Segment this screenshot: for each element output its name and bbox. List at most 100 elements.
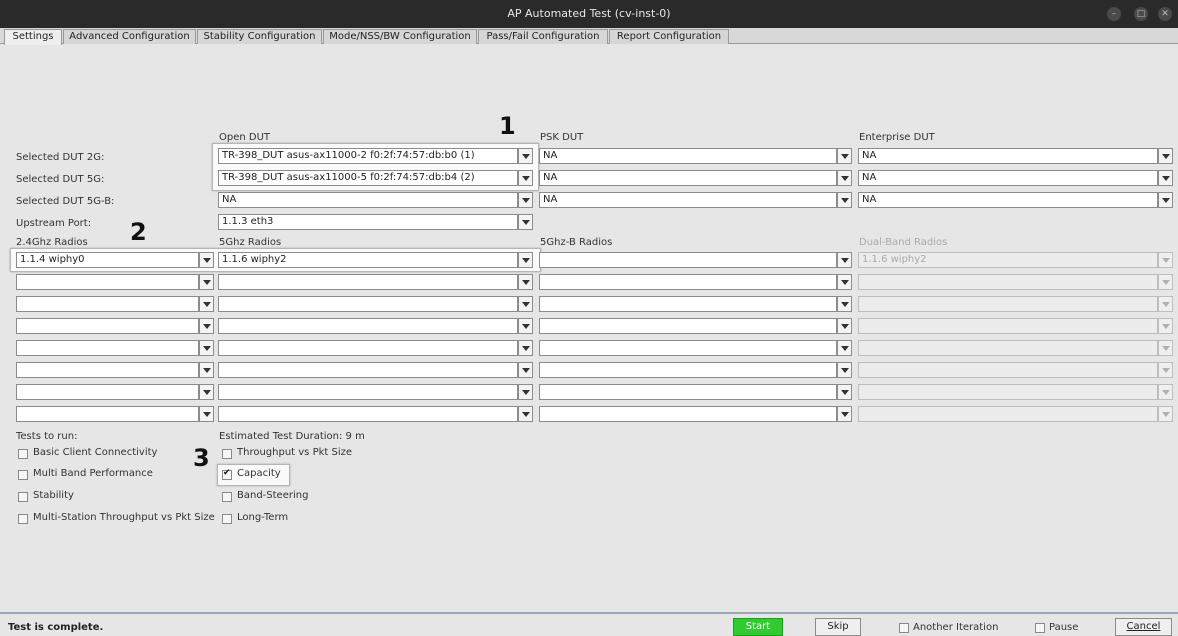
chevron-down-icon[interactable]: [1158, 148, 1173, 164]
radio-5ghz-select[interactable]: [218, 318, 518, 334]
chevron-down-icon[interactable]: [518, 192, 533, 208]
psk-dut-2g-select[interactable]: NA: [539, 148, 837, 164]
chevron-down-icon[interactable]: [199, 362, 214, 378]
skip-button[interactable]: Skip: [815, 618, 861, 636]
chevron-down-icon[interactable]: [837, 170, 852, 186]
chevron-down-icon[interactable]: [518, 252, 533, 268]
psk-dut-5gb-select[interactable]: NA: [539, 192, 837, 208]
radio-5ghzb-select[interactable]: [539, 340, 837, 356]
chevron-down-icon[interactable]: [1158, 170, 1173, 186]
enterprise-dut-2g-select[interactable]: NA: [858, 148, 1158, 164]
radio-5ghzb-select[interactable]: [539, 406, 837, 422]
radio-dual-band-select: 1.1.6 wiphy2: [858, 252, 1158, 268]
radio-5ghz-select[interactable]: 1.1.6 wiphy2: [218, 252, 518, 268]
capacity-checkbox[interactable]: [222, 468, 232, 480]
chevron-down-icon[interactable]: [518, 318, 533, 334]
radio-5ghz-select[interactable]: [218, 406, 518, 422]
minimize-icon[interactable]: –: [1107, 7, 1121, 21]
maximize-icon[interactable]: □: [1134, 7, 1148, 21]
chevron-down-icon[interactable]: [518, 362, 533, 378]
chevron-down-icon[interactable]: [837, 318, 852, 334]
multi-station-throughput-checkbox[interactable]: [18, 514, 28, 524]
chevron-down-icon[interactable]: [837, 340, 852, 356]
band-steering-checkbox[interactable]: [222, 492, 232, 502]
callout-number-2: 2: [130, 218, 147, 246]
enterprise-dut-5g-select[interactable]: NA: [858, 170, 1158, 186]
chevron-down-icon[interactable]: [518, 384, 533, 400]
enterprise-dut-5gb-select[interactable]: NA: [858, 192, 1158, 208]
stability-checkbox[interactable]: [18, 492, 28, 502]
basic-client-connectivity-checkbox[interactable]: [18, 449, 28, 459]
radio-24ghz-select[interactable]: [16, 362, 199, 378]
tab-settings[interactable]: Settings: [4, 29, 62, 45]
chevron-down-icon[interactable]: [837, 362, 852, 378]
chevron-down-icon[interactable]: [518, 170, 533, 186]
chevron-down-icon[interactable]: [199, 318, 214, 334]
radio-24ghz-select[interactable]: [16, 340, 199, 356]
chevron-down-icon[interactable]: [837, 192, 852, 208]
psk-dut-5g-select[interactable]: NA: [539, 170, 837, 186]
chevron-down-icon[interactable]: [837, 252, 852, 268]
pause-checkbox[interactable]: [1035, 623, 1045, 633]
throughput-vs-pkt-size-label: Throughput vs Pkt Size: [237, 447, 353, 458]
multi-band-performance-checkbox[interactable]: [18, 470, 28, 480]
pause-label: Pause: [1049, 622, 1079, 633]
radio-24ghz-select[interactable]: [16, 274, 199, 290]
callout-number-3: 3: [193, 444, 210, 472]
radio-5ghz-select[interactable]: [218, 274, 518, 290]
tab-report-configuration[interactable]: Report Configuration: [609, 29, 729, 44]
radio-5ghzb-select[interactable]: [539, 296, 837, 312]
chevron-down-icon[interactable]: [199, 274, 214, 290]
radio-5ghzb-select[interactable]: [539, 384, 837, 400]
chevron-down-icon[interactable]: [837, 384, 852, 400]
chevron-down-icon[interactable]: [1158, 192, 1173, 208]
radio-24ghz-select[interactable]: [16, 318, 199, 334]
radio-5ghz-select[interactable]: [218, 296, 518, 312]
tab-pass-fail-configuration[interactable]: Pass/Fail Configuration: [478, 29, 608, 44]
tab-mode-nss-bw-configuration[interactable]: Mode/NSS/BW Configuration: [323, 29, 477, 44]
chevron-down-icon[interactable]: [518, 148, 533, 164]
chevron-down-icon[interactable]: [518, 340, 533, 356]
chevron-down-icon[interactable]: [199, 340, 214, 356]
radio-5ghz-select[interactable]: [218, 362, 518, 378]
chevron-down-icon[interactable]: [199, 296, 214, 312]
another-iteration-checkbox[interactable]: [899, 623, 909, 633]
chevron-down-icon[interactable]: [837, 274, 852, 290]
chevron-down-icon[interactable]: [199, 406, 214, 422]
chevron-down-icon[interactable]: [199, 252, 214, 268]
tab-advanced-configuration[interactable]: Advanced Configuration: [63, 29, 196, 44]
radio-24ghz-select[interactable]: 1.1.4 wiphy0: [16, 252, 199, 268]
long-term-checkbox[interactable]: [222, 514, 232, 524]
open-dut-2g-select[interactable]: TR-398_DUT asus-ax11000-2 f0:2f:74:57:db…: [218, 148, 518, 164]
radios-5ghz-header: 5Ghz Radios: [219, 237, 282, 248]
upstream-port-select[interactable]: 1.1.3 eth3: [218, 214, 518, 230]
radio-5ghzb-select[interactable]: [539, 252, 837, 268]
close-icon[interactable]: ✕: [1158, 7, 1172, 21]
chevron-down-icon[interactable]: [518, 406, 533, 422]
psk-dut-header: PSK DUT: [540, 132, 584, 143]
radio-5ghzb-select[interactable]: [539, 318, 837, 334]
cancel-button[interactable]: Cancel: [1115, 618, 1172, 636]
radio-5ghz-select[interactable]: [218, 340, 518, 356]
chevron-down-icon[interactable]: [199, 384, 214, 400]
chevron-down-icon[interactable]: [518, 214, 533, 230]
chevron-down-icon[interactable]: [837, 148, 852, 164]
chevron-down-icon[interactable]: [837, 296, 852, 312]
radio-5ghzb-select[interactable]: [539, 274, 837, 290]
radio-5ghzb-select[interactable]: [539, 362, 837, 378]
open-dut-5gb-select[interactable]: NA: [218, 192, 518, 208]
chevron-down-icon: [1158, 252, 1173, 268]
radio-24ghz-select[interactable]: [16, 296, 199, 312]
tab-stability-configuration[interactable]: Stability Configuration: [197, 29, 322, 44]
radio-5ghz-select[interactable]: [218, 384, 518, 400]
tests-to-run-label: Tests to run:: [16, 431, 78, 442]
radio-24ghz-select[interactable]: [16, 406, 199, 422]
open-dut-5g-select[interactable]: TR-398_DUT asus-ax11000-5 f0:2f:74:57:db…: [218, 170, 518, 186]
radio-24ghz-select[interactable]: [16, 384, 199, 400]
chevron-down-icon[interactable]: [518, 296, 533, 312]
radio-dual-band-select: [858, 384, 1158, 400]
chevron-down-icon[interactable]: [518, 274, 533, 290]
chevron-down-icon[interactable]: [837, 406, 852, 422]
throughput-vs-pkt-size-checkbox[interactable]: [222, 449, 232, 459]
start-button[interactable]: Start: [733, 618, 783, 636]
